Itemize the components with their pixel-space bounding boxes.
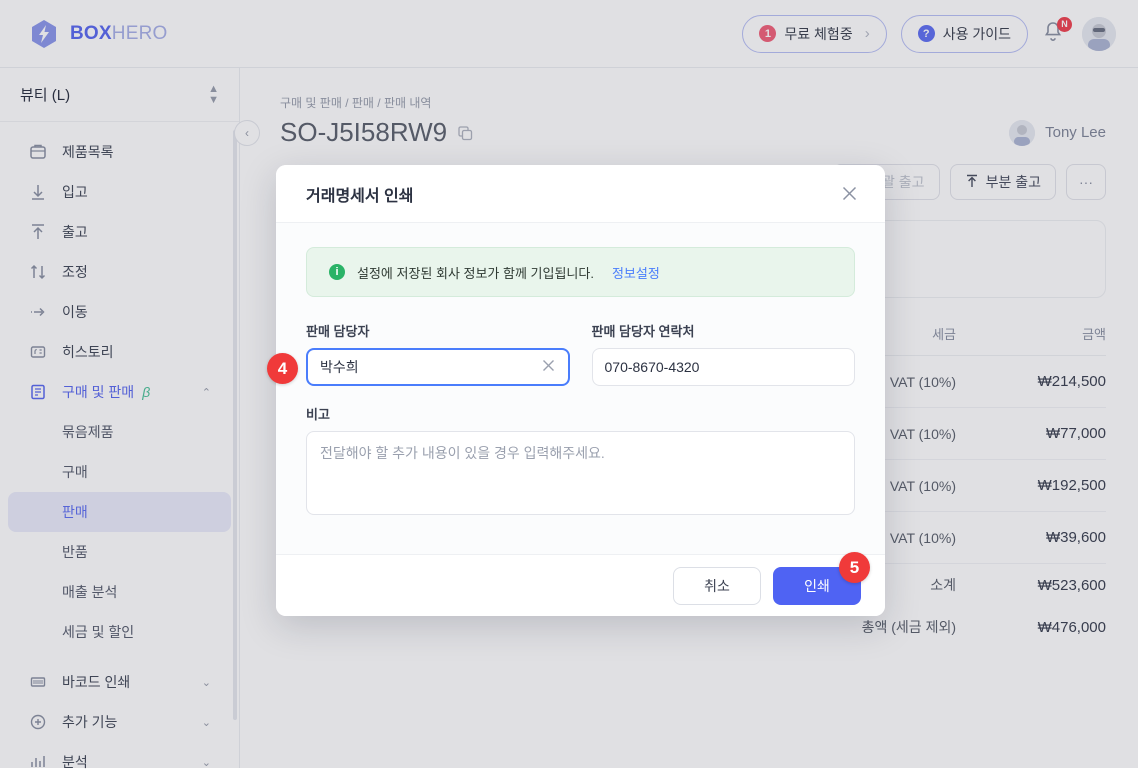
info-banner: i 설정에 저장된 회사 정보가 함께 기입됩니다. 정보설정 <box>306 247 855 297</box>
sales-rep-contact-value: 070-8670-4320 <box>605 359 843 375</box>
close-icon[interactable] <box>837 182 861 206</box>
dialog-body: i 설정에 저장된 회사 정보가 함께 기입됩니다. 정보설정 판매 담당자 박… <box>276 223 885 515</box>
sales-rep-field: 판매 담당자 박수희 <box>306 321 570 386</box>
dialog-footer: 취소 인쇄 <box>276 554 885 616</box>
info-settings-link[interactable]: 정보설정 <box>612 263 660 282</box>
step-badge-4: 4 <box>267 353 298 384</box>
note-field: 비고 전달해야 할 추가 내용이 있을 경우 입력해주세요. <box>306 404 855 515</box>
sales-rep-value: 박수희 <box>320 357 541 377</box>
contact-field-row: 판매 담당자 박수희 판매 담당자 연락처 070-8670-4320 <box>306 321 855 386</box>
sales-rep-label: 판매 담당자 <box>306 321 570 340</box>
note-label: 비고 <box>306 404 855 423</box>
sales-rep-contact-label: 판매 담당자 연락처 <box>592 321 856 340</box>
sales-rep-input[interactable]: 박수희 <box>306 348 570 386</box>
dialog-header: 거래명세서 인쇄 <box>276 165 885 223</box>
sales-rep-contact-field: 판매 담당자 연락처 070-8670-4320 <box>592 321 856 386</box>
print-invoice-dialog: 거래명세서 인쇄 i 설정에 저장된 회사 정보가 함께 기입됩니다. 정보설정… <box>276 165 885 616</box>
note-textarea[interactable]: 전달해야 할 추가 내용이 있을 경우 입력해주세요. <box>306 431 855 515</box>
step-badge-5: 5 <box>839 552 870 583</box>
sales-rep-contact-input[interactable]: 070-8670-4320 <box>592 348 856 386</box>
dialog-title: 거래명세서 인쇄 <box>306 182 414 206</box>
clear-icon[interactable] <box>541 358 556 377</box>
info-icon: i <box>329 264 345 280</box>
info-banner-text: 설정에 저장된 회사 정보가 함께 기입됩니다. <box>357 263 594 282</box>
cancel-button[interactable]: 취소 <box>673 567 761 605</box>
